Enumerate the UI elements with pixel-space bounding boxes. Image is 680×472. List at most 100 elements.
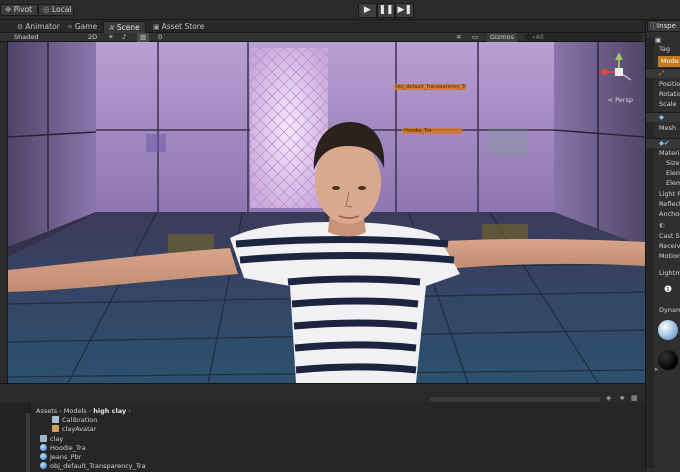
local-toggle[interactable]: ◎ Local [38,4,74,16]
warning-icon: ❶ [664,285,673,295]
light-probes-label: Light P [659,190,680,198]
size-label: Size [666,159,680,167]
scene-icon: # [109,24,115,32]
material-preview-sphere-dark [658,350,678,370]
position-label: Positio [659,80,680,88]
breadcrumb-separator: › [88,407,92,415]
pause-button[interactable]: ❚❚ [376,3,396,18]
cast-shadows-label: Cast S [659,232,680,240]
search-placeholder: All [535,33,544,41]
pivot-label: Pivot [13,5,33,14]
scale-label: Scale [659,100,677,108]
local-icon: ◎ [43,5,50,14]
layers-icon[interactable]: ▦ [631,394,638,402]
reflection-probes-label: Reflect [659,200,680,208]
tab-inspector[interactable]: ⓘInspe [647,20,680,32]
breadcrumb-separator: › [128,407,131,415]
gizmos-dropdown[interactable]: Gizmos [487,33,517,42]
step-button[interactable]: ▶❚ [395,3,415,18]
play-button[interactable]: ▶ [358,3,377,18]
project-panel: Assets › Models › high clay › Calibration cla… [0,403,645,472]
rotation-label: Rotatio [659,90,680,98]
tab-label: Inspe [657,22,676,30]
tab-game[interactable]: ⚪ Game [62,21,102,33]
tools-icon[interactable]: ✕ [456,33,461,42]
object-label-1: obj_default_Transparency_Tra [394,84,466,90]
perspective-label[interactable]: < Persp [608,96,633,104]
left-panel-edge [0,42,8,383]
info-icon: ⓘ [650,22,657,30]
breadcrumb-models[interactable]: Models [64,407,87,415]
list-item-label: Jeans_Pbr [50,453,82,461]
mode-2d-toggle[interactable]: 2D [88,33,97,42]
scene-render [8,42,645,383]
viewport-scrollbar[interactable] [430,397,600,402]
dynamic-label: Dynam [659,306,680,314]
star-icon[interactable]: ★ [619,394,625,402]
audio-icon[interactable]: ♪ [122,33,126,42]
list-item[interactable]: obj_default_Transparency_Tra [40,462,146,471]
mesh-icon [40,462,47,469]
mesh-label: Mesh [659,124,677,132]
list-item-label: clayAvatar [62,425,97,433]
effects-count: 0 [158,33,163,41]
project-scrollbar[interactable] [26,413,30,472]
lighting-icon[interactable]: ☀ [108,33,114,42]
camera-icon[interactable]: ▭ [472,33,478,42]
breadcrumb-high-clay[interactable]: high clay [93,407,126,415]
tab-scene[interactable]: # Scene [103,21,146,33]
avatar-icon [52,425,59,432]
list-item[interactable]: clay [40,435,63,444]
list-item[interactable]: Calibration [52,416,97,425]
chevron-right-icon[interactable]: ▸ [655,365,658,374]
tab-label: Animator [25,22,60,31]
mesh-icon [40,453,47,460]
game-icon: ⚪ [67,23,73,31]
shading-mode-dropdown[interactable]: Shaded [14,33,38,42]
scene-search-input[interactable]: ⌕All [524,33,642,41]
lock-icon[interactable]: ◈ [606,394,611,402]
anchor-label: Anchor [659,210,680,218]
tab-label: Asset Store [161,22,205,31]
asset-store-icon: ▣ [153,23,160,31]
tag-label[interactable]: Tag [659,45,670,54]
breadcrumb-separator: › [59,407,62,415]
play-controls: ▶ ❚❚ ▶❚ [358,3,415,18]
mesh-icon: ◆ [659,113,664,121]
pivot-toggle[interactable]: ✥ Pivot [0,4,38,16]
transform-icon: ⤢ [659,69,665,77]
list-item-label: Hoodie_Tra [50,444,86,452]
breadcrumb: Assets › Models › high clay › [36,407,133,416]
breadcrumb-assets[interactable]: Assets [36,407,57,415]
view-tabs: ⚙ Animator ⚪ Game # Scene ▣ Asset Store [0,20,645,33]
inspector-panel: ⓘInspe ▣ Tag Mode ⤢ Positio Rotatio Scal… [645,20,680,472]
mesh-icon [40,444,47,451]
animator-icon: ⚙ [17,23,24,31]
model-icon [40,435,47,442]
inspector-scrollbar[interactable] [646,38,654,468]
lightmap-label: Lightm [659,269,680,277]
element-label: Elem [666,169,680,177]
tab-label: Game [74,22,98,31]
settings-icon[interactable]: ◐ [659,221,665,230]
materials-label[interactable]: Materi [659,149,680,158]
list-item[interactable]: Jeans_Pbr [40,453,81,462]
list-item[interactable]: Hoodie_Tra [40,444,86,453]
motion-vectors-label: Motion [659,252,680,260]
tab-animator[interactable]: ⚙ Animator [12,21,65,33]
list-item-label: clay [50,435,64,443]
model-button[interactable]: Mode [658,56,680,67]
effects-icon[interactable]: ▨ [137,33,150,42]
cube-icon: ▣ [655,36,662,44]
file-icon [52,416,59,423]
scene-toolbar: Shaded 2D ☀ ♪ ▨ 0 ✕ ▭ Gizmos ⌕All [0,33,645,42]
renderer-icon: ◆✔ [659,139,670,147]
tab-label: Scene [116,23,140,32]
list-item-label: obj_default_Transparency_Tra [50,462,146,470]
element-label: Elem [666,179,680,187]
scene-viewport[interactable]: obj_default_Transparency_Tra Hoodie_Tra … [8,42,645,383]
main-toolbar: ✥ Pivot ◎ Local ▶ ❚❚ ▶❚ [0,0,680,20]
list-item-label: Calibration [62,416,98,424]
list-item[interactable]: clayAvatar [52,425,96,434]
tab-asset-store[interactable]: ▣ Asset Store [148,21,209,33]
